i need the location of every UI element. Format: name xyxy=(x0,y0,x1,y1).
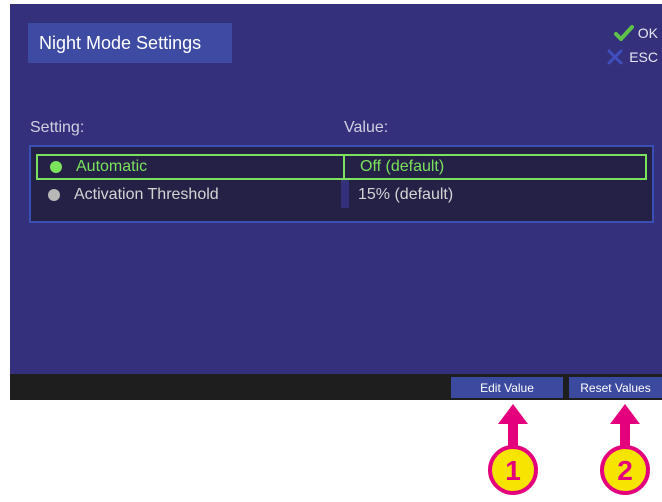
value-column-header: Value: xyxy=(344,119,389,136)
setting-name: Automatic xyxy=(76,158,148,175)
reset-values-button[interactable]: Reset Values xyxy=(569,377,662,398)
value-cell: Off (default) xyxy=(360,158,445,175)
ok-label: OK xyxy=(637,25,658,41)
up-arrow-icon xyxy=(498,404,528,452)
value-cell: 15% (default) xyxy=(358,186,454,203)
table-row-activation-threshold[interactable]: Activation Threshold 15% (default) xyxy=(36,180,647,208)
settings-table: Automatic Off (default) Activation Thres… xyxy=(29,145,654,223)
setting-cell: Automatic xyxy=(38,156,342,178)
setting-name: Activation Threshold xyxy=(74,186,219,203)
callout-number: 2 xyxy=(617,455,633,486)
esc-hotkey[interactable]: ESC xyxy=(605,48,658,66)
status-dot-icon xyxy=(48,189,60,201)
status-dot-icon xyxy=(50,161,62,173)
column-divider xyxy=(343,156,345,178)
page-title: Night Mode Settings xyxy=(28,23,232,63)
callout-2: 2 xyxy=(600,404,650,495)
settings-screen: Night Mode Settings OK ESC Setting: Valu… xyxy=(10,4,662,400)
button-bar: Edit Value Reset Values xyxy=(10,374,662,400)
table-row-automatic[interactable]: Automatic Off (default) xyxy=(36,154,647,180)
callout-number: 1 xyxy=(505,455,521,486)
esc-label: ESC xyxy=(629,49,658,65)
ok-hotkey[interactable]: OK xyxy=(613,24,658,42)
checkmark-icon xyxy=(613,25,634,41)
callout-1: 1 xyxy=(488,404,538,495)
close-icon xyxy=(607,49,623,65)
setting-cell: Activation Threshold xyxy=(36,182,340,208)
edit-value-button[interactable]: Edit Value xyxy=(451,377,563,398)
up-arrow-icon xyxy=(610,404,640,452)
setting-column-header: Setting: xyxy=(30,119,85,136)
